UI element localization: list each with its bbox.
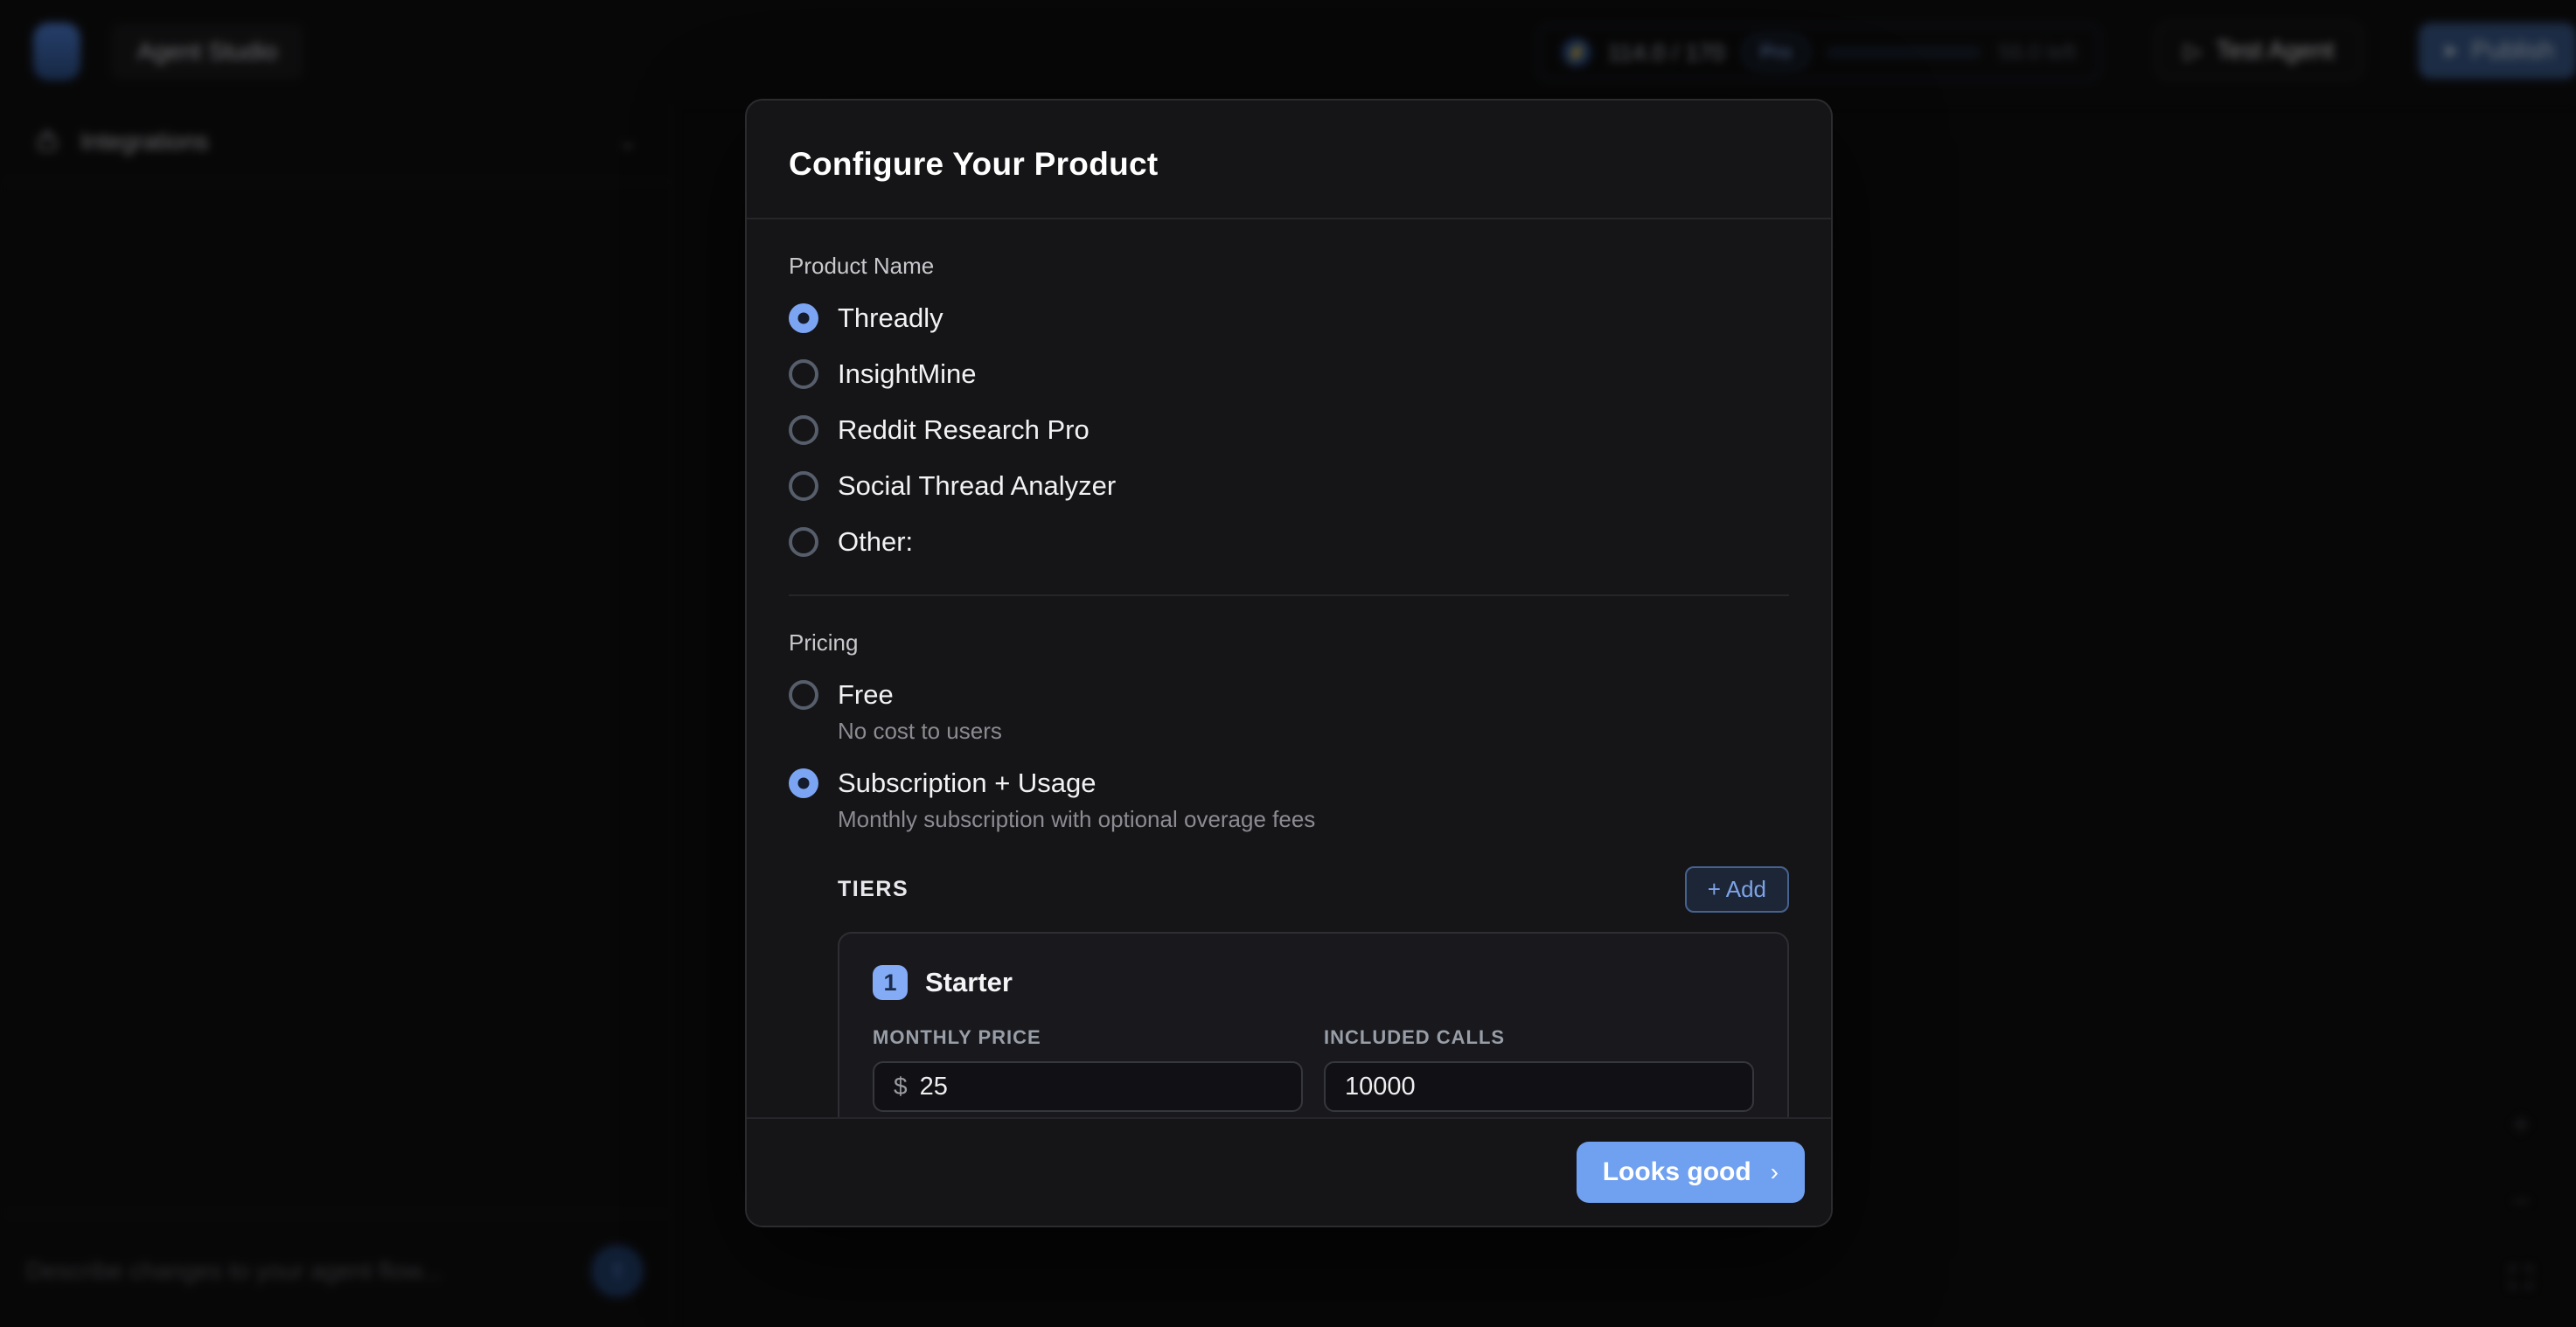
product-name-label: Product Name xyxy=(789,253,1789,280)
radio-unchecked-icon[interactable] xyxy=(789,680,818,710)
modal-header: Configure Your Product xyxy=(747,101,1831,219)
pricing-option-free[interactable]: Free xyxy=(789,677,1789,712)
tiers-header: TIERS + Add xyxy=(838,866,1789,913)
included-calls-value: 10000 xyxy=(1345,1073,1416,1101)
tiers-label: TIERS xyxy=(838,877,909,902)
pricing-label: Pricing xyxy=(789,629,1789,657)
looks-good-button[interactable]: Looks good › xyxy=(1577,1142,1805,1203)
radio-unchecked-icon[interactable] xyxy=(789,471,818,501)
product-option-threadly[interactable]: Threadly xyxy=(789,301,1789,336)
monthly-price-field: MONTHLY PRICE $ 25 xyxy=(873,1026,1303,1112)
product-option-insightmine[interactable]: InsightMine xyxy=(789,357,1789,392)
modal-footer: Looks good › xyxy=(747,1117,1831,1226)
section-divider xyxy=(789,594,1789,596)
monthly-price-label: MONTHLY PRICE xyxy=(873,1026,1303,1049)
modal-body: Product Name Threadly InsightMine Reddit… xyxy=(747,219,1831,1117)
tier-name: Starter xyxy=(925,967,1013,998)
monthly-price-input[interactable]: $ 25 xyxy=(873,1061,1303,1112)
modal-title: Configure Your Product xyxy=(789,146,1789,183)
chevron-right-icon: › xyxy=(1771,1158,1779,1186)
radio-checked-icon[interactable] xyxy=(789,768,818,798)
app-screen: Agent Studio ⚡ 114.0 / 170 Pro 56.0 left… xyxy=(0,0,2576,1327)
currency-prefix: $ xyxy=(894,1073,908,1101)
tiers-section: TIERS + Add 1 Starter MONTHLY PRICE $ 25 xyxy=(838,866,1789,1117)
product-option-reddit-research-pro[interactable]: Reddit Research Pro xyxy=(789,413,1789,448)
included-calls-input[interactable]: 10000 xyxy=(1324,1061,1754,1112)
pricing-free-description: No cost to users xyxy=(838,718,1789,745)
included-calls-field: INCLUDED CALLS 10000 xyxy=(1324,1026,1754,1112)
radio-checked-icon[interactable] xyxy=(789,303,818,333)
pricing-subscription-description: Monthly subscription with optional overa… xyxy=(838,806,1789,833)
radio-unchecked-icon[interactable] xyxy=(789,359,818,389)
configure-product-modal: Configure Your Product Product Name Thre… xyxy=(745,99,1833,1227)
tier-card-header: 1 Starter xyxy=(873,965,1754,1000)
looks-good-label: Looks good xyxy=(1603,1157,1751,1187)
product-option-other[interactable]: Other: xyxy=(789,525,1789,559)
product-option-social-thread-analyzer[interactable]: Social Thread Analyzer xyxy=(789,469,1789,504)
tier-fields: MONTHLY PRICE $ 25 INCLUDED CALLS 10000 xyxy=(873,1026,1754,1112)
included-calls-label: INCLUDED CALLS xyxy=(1324,1026,1754,1049)
tier-card-starter: 1 Starter MONTHLY PRICE $ 25 INCLUDED xyxy=(838,932,1789,1117)
monthly-price-value: 25 xyxy=(920,1073,948,1101)
radio-unchecked-icon[interactable] xyxy=(789,415,818,445)
radio-unchecked-icon[interactable] xyxy=(789,527,818,557)
pricing-option-subscription-usage[interactable]: Subscription + Usage xyxy=(789,766,1789,801)
tier-number-badge: 1 xyxy=(873,965,908,1000)
add-tier-button[interactable]: + Add xyxy=(1685,866,1789,913)
